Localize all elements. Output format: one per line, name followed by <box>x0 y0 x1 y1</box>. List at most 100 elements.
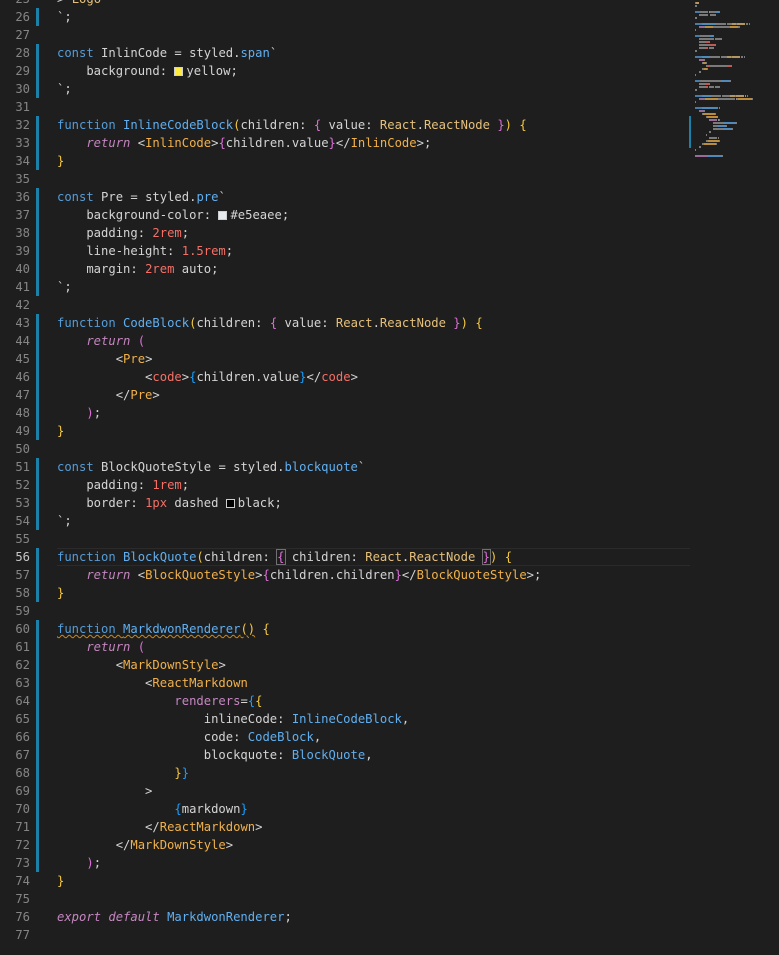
code-line[interactable]: 45 <Pre> <box>0 350 690 368</box>
code-line[interactable]: 77 <box>0 926 690 944</box>
code-editor[interactable]: 25 > Logo 26 `; 27 28 const InlinCode = styled… <box>0 0 690 944</box>
code-token: > <box>350 370 358 384</box>
code-line[interactable]: 32 function InlineCodeBlock(children: { v… <box>0 116 690 134</box>
line-code: return ( <box>57 638 690 656</box>
line-code: <MarkDownStyle> <box>57 656 690 674</box>
line-number: 63 <box>15 676 30 690</box>
line-code: </Pre> <box>57 386 690 404</box>
line-number: 56 <box>15 550 30 564</box>
minimap-token <box>695 17 697 19</box>
code-line[interactable]: 74} <box>0 872 690 890</box>
code-line[interactable]: 30 `; <box>0 80 690 98</box>
code-line[interactable]: 53 border: 1px dashed black; <box>0 494 690 512</box>
code-line[interactable]: 46 <code>{children.value}</code> <box>0 368 690 386</box>
code-token: : <box>365 118 380 132</box>
code-token: code <box>152 370 182 384</box>
code-line[interactable]: 26 `; <box>0 8 690 26</box>
minimap-token <box>719 56 721 58</box>
code-line[interactable]: 71 </ReactMarkdown> <box>0 818 690 836</box>
code-line[interactable]: 63 <ReactMarkdown <box>0 674 690 692</box>
color-swatch-icon[interactable] <box>225 499 235 508</box>
code-token: inlineCode <box>57 712 278 726</box>
code-line[interactable]: 51 const BlockQuoteStyle = styled.blockqu… <box>0 458 690 476</box>
code-line[interactable]: 40 margin: 2rem auto; <box>0 260 690 278</box>
gutter-change-marker <box>36 224 39 242</box>
gutter-change-marker <box>36 8 39 26</box>
code-line[interactable]: 37 background-color: #e5eaee; <box>0 206 690 224</box>
code-token: 2rem <box>145 262 175 276</box>
code-token: InlinCode <box>93 46 175 60</box>
code-line[interactable]: 25 > Logo <box>0 0 690 8</box>
code-line[interactable]: 60 function MarkdwonRenderer() { <box>0 620 690 638</box>
code-line[interactable]: 72 </MarkDownStyle> <box>0 836 690 854</box>
code-line[interactable]: 47 </Pre> <box>0 386 690 404</box>
minimap-token <box>741 56 743 58</box>
code-line[interactable]: 62 <MarkDownStyle> <box>0 656 690 674</box>
code-line[interactable]: 59 <box>0 602 690 620</box>
code-line[interactable]: 52 padding: 1rem; <box>0 476 690 494</box>
minimap[interactable] <box>695 0 779 160</box>
code-line[interactable]: 56 function BlockQuote(children: { childr… <box>0 548 690 566</box>
line-number: 74 <box>15 874 30 888</box>
code-line[interactable]: 67 blockquote: BlockQuote, <box>0 746 690 764</box>
code-line[interactable]: 41 `; <box>0 278 690 296</box>
line-number: 62 <box>15 658 30 672</box>
minimap-token <box>722 95 730 97</box>
code-line[interactable]: 55 <box>0 530 690 548</box>
code-token: children <box>196 370 256 384</box>
minimap-token <box>731 128 733 130</box>
minimap-slider[interactable] <box>689 116 691 148</box>
minimap-token <box>700 80 714 82</box>
minimap-token <box>704 86 708 88</box>
code-line[interactable]: 50 <box>0 440 690 458</box>
code-line[interactable]: 39 line-height: 1.5rem; <box>0 242 690 260</box>
minimap-token <box>713 122 722 124</box>
code-line[interactable]: 34} <box>0 152 690 170</box>
line-number: 25 <box>0 0 30 8</box>
minimap-token <box>712 95 720 97</box>
color-swatch-icon[interactable] <box>218 211 228 220</box>
code-token: blockquote <box>284 460 358 474</box>
code-line[interactable]: 61 return ( <box>0 638 690 656</box>
code-token: span <box>240 46 270 60</box>
code-line[interactable]: 48 ); <box>0 404 690 422</box>
minimap-token <box>698 14 709 16</box>
code-line[interactable]: 64 renderers={{ <box>0 692 690 710</box>
code-line[interactable]: 43 function CodeBlock(children: { value: … <box>0 314 690 332</box>
code-line[interactable]: 75 <box>0 890 690 908</box>
line-number: 55 <box>15 532 30 546</box>
color-swatch-icon[interactable] <box>174 67 184 76</box>
code-token: ` <box>218 190 226 204</box>
code-line[interactable]: 49} <box>0 422 690 440</box>
minimap-token <box>722 128 732 130</box>
line-code: function MarkdwonRenderer() { <box>57 620 690 638</box>
code-line[interactable]: 73 ); <box>0 854 690 872</box>
code-line[interactable]: 33 return <InlinCode>{children.value}</I… <box>0 134 690 152</box>
code-line[interactable]: 66 code: CodeBlock, <box>0 728 690 746</box>
code-token: : <box>233 730 248 744</box>
code-line[interactable]: 42 <box>0 296 690 314</box>
code-line[interactable]: 69 > <box>0 782 690 800</box>
code-line[interactable]: 36 const Pre = styled.pre` <box>0 188 690 206</box>
code-line[interactable]: 65 inlineCode: InlineCodeBlock, <box>0 710 690 728</box>
code-line[interactable]: 28 const InlinCode = styled.span` <box>0 44 690 62</box>
code-line[interactable]: 58} <box>0 584 690 602</box>
code-line[interactable]: 54 `; <box>0 512 690 530</box>
code-token: return <box>57 334 138 348</box>
code-line[interactable]: 57 return <BlockQuoteStyle>{children.chi… <box>0 566 690 584</box>
code-line[interactable]: 70 {markdown} <box>0 800 690 818</box>
gutter-change-marker <box>36 512 39 530</box>
code-token: ReactNode <box>423 118 490 132</box>
code-line[interactable]: 38 padding: 2rem; <box>0 224 690 242</box>
code-line[interactable]: 31 <box>0 98 690 116</box>
code-token: } <box>181 766 190 780</box>
code-line[interactable]: 35 <box>0 170 690 188</box>
code-line[interactable]: 44 return ( <box>0 332 690 350</box>
code-line[interactable]: 68 }} <box>0 764 690 782</box>
gutter-change-marker <box>36 134 39 152</box>
code-line[interactable]: 76 export default MarkdwonRenderer; <box>0 908 690 926</box>
line-number: 32 <box>15 118 30 132</box>
code-line[interactable]: 29 background: yellow; <box>0 62 690 80</box>
code-line[interactable]: 27 <box>0 26 690 44</box>
minimap-token <box>703 113 715 115</box>
